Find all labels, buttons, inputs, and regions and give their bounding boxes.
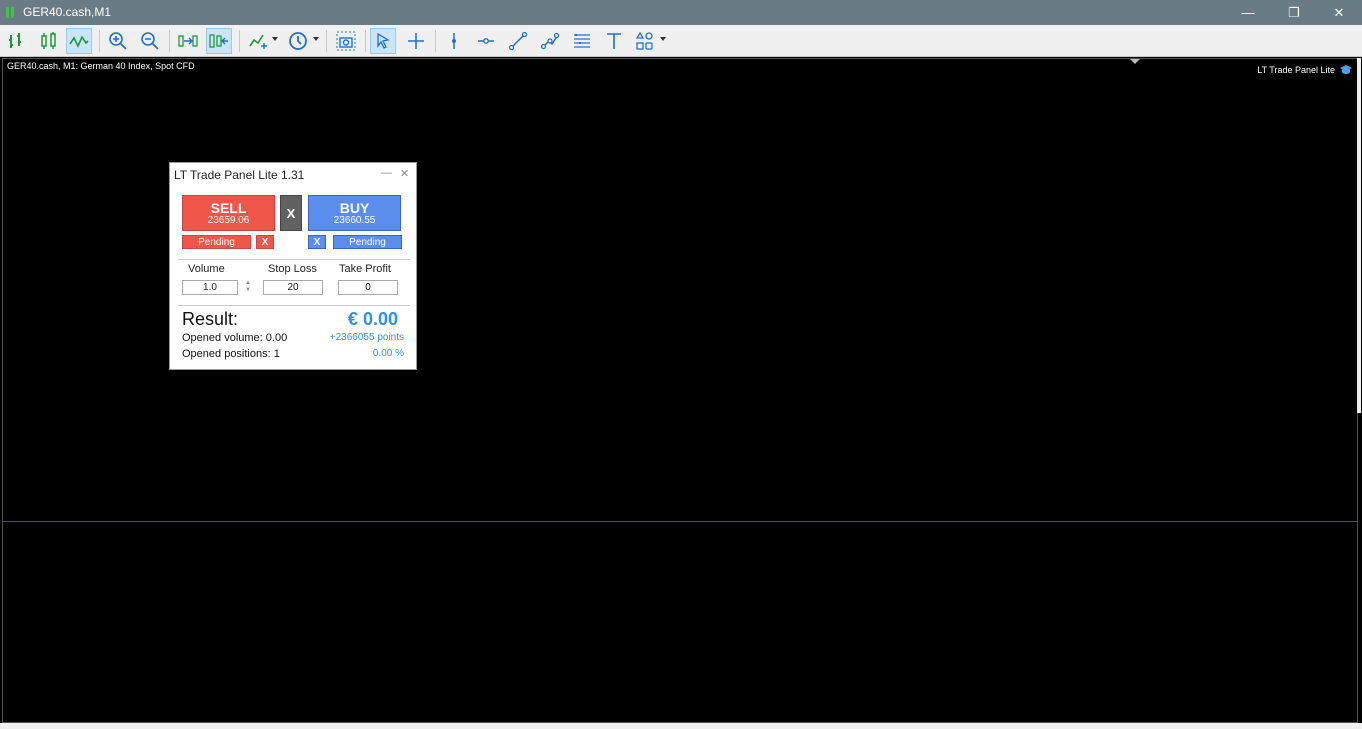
indicators-dropdown-icon[interactable] bbox=[272, 37, 278, 41]
zoom-in-icon[interactable] bbox=[105, 28, 131, 54]
sell-label: SELL bbox=[210, 200, 247, 216]
close-all-button[interactable]: X bbox=[280, 195, 302, 231]
result-label: Result: bbox=[182, 309, 239, 329]
screenshot-icon[interactable] bbox=[333, 28, 359, 54]
percent-value: 0.00 % bbox=[372, 348, 404, 359]
chart-shift-marker[interactable] bbox=[1130, 59, 1140, 64]
trade-panel[interactable]: LT Trade Panel Lite 1.31 — ✕ SELL 23659.… bbox=[169, 162, 417, 370]
crosshair-icon[interactable] bbox=[403, 28, 429, 54]
divider bbox=[178, 259, 410, 260]
sell-button[interactable]: SELL 23659.06 bbox=[182, 195, 275, 231]
line-chart-icon[interactable] bbox=[66, 28, 92, 54]
price-line bbox=[3, 521, 1357, 522]
cursor-icon[interactable] bbox=[370, 28, 396, 54]
title-bar: GER40.cash,M1 — ❐ ✕ bbox=[0, 0, 1362, 25]
buy-label: BUY bbox=[339, 200, 370, 216]
bar-chart-icon[interactable] bbox=[4, 28, 30, 54]
chart-shift-icon[interactable] bbox=[206, 28, 232, 54]
timeframes-dropdown-icon[interactable] bbox=[313, 37, 319, 41]
fibonacci-icon[interactable] bbox=[569, 28, 595, 54]
sell-price: 23659.06 bbox=[207, 215, 250, 226]
shapes-dropdown-icon[interactable] bbox=[660, 37, 666, 41]
candlestick-icon[interactable] bbox=[36, 28, 62, 54]
volume-spinner-icon[interactable]: ▲ ▼ bbox=[244, 280, 252, 295]
indicator-label: LT Trade Panel Lite bbox=[1257, 65, 1335, 75]
window-title: GER40.cash,M1 bbox=[23, 5, 112, 19]
take-profit-label: Take Profit bbox=[339, 263, 391, 275]
time-scale-strip bbox=[0, 723, 1362, 729]
close-sell-button[interactable]: X bbox=[256, 235, 274, 249]
channel-icon[interactable] bbox=[537, 28, 563, 54]
take-profit-input[interactable]: 0 bbox=[338, 280, 398, 295]
panel-title: LT Trade Panel Lite 1.31 bbox=[174, 168, 305, 182]
pending-buy-button[interactable]: Pending bbox=[333, 235, 402, 249]
indicators-icon[interactable] bbox=[245, 28, 271, 54]
zoom-out-icon[interactable] bbox=[137, 28, 163, 54]
toolbar bbox=[0, 25, 1362, 57]
minimize-button[interactable]: — bbox=[1225, 0, 1271, 25]
timeframes-icon[interactable] bbox=[285, 28, 311, 54]
trendline-icon[interactable] bbox=[505, 28, 531, 54]
close-buy-button[interactable]: X bbox=[308, 235, 326, 249]
autoscroll-icon[interactable] bbox=[175, 28, 201, 54]
vertical-line-icon[interactable] bbox=[441, 28, 467, 54]
chart-area[interactable]: GER40.cash, M1: German 40 Index, Spot CF… bbox=[2, 58, 1358, 723]
panel-close-icon[interactable]: ✕ bbox=[400, 167, 409, 180]
buy-price: 23660.55 bbox=[333, 215, 376, 226]
close-button[interactable]: ✕ bbox=[1316, 0, 1362, 25]
opened-positions: Opened positions: 1 bbox=[182, 348, 280, 360]
result-value: € 0.00 bbox=[348, 309, 399, 329]
stop-loss-input[interactable]: 20 bbox=[263, 280, 323, 295]
points-value: +2366055 points bbox=[329, 332, 404, 343]
volume-label: Volume bbox=[188, 263, 225, 275]
shapes-icon[interactable] bbox=[632, 28, 658, 54]
pending-sell-button[interactable]: Pending bbox=[182, 235, 251, 249]
horizontal-line-icon[interactable] bbox=[473, 28, 499, 54]
volume-input[interactable]: 1.0 bbox=[182, 280, 238, 295]
buy-button[interactable]: BUY 23660.55 bbox=[308, 195, 401, 231]
app-icon bbox=[6, 7, 16, 18]
stop-loss-label: Stop Loss bbox=[268, 263, 317, 275]
graduation-cap-icon bbox=[1340, 65, 1352, 74]
panel-minimize-icon[interactable]: — bbox=[381, 167, 392, 179]
price-scale-strip bbox=[1357, 58, 1361, 413]
text-icon[interactable] bbox=[601, 28, 627, 54]
chart-symbol-label: GER40.cash, M1: German 40 Index, Spot CF… bbox=[7, 61, 195, 71]
restore-button[interactable]: ❐ bbox=[1271, 0, 1317, 25]
divider bbox=[178, 305, 410, 306]
opened-volume: Opened volume: 0.00 bbox=[182, 332, 288, 344]
